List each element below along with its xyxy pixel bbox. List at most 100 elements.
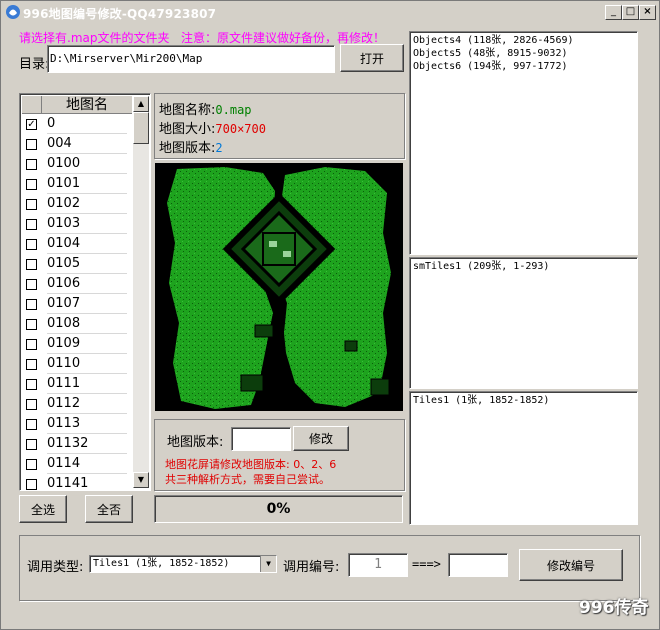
title-bar[interactable]: 996地图编号修改-QQ47923807 _ □ × bbox=[1, 1, 659, 25]
scroll-down-button[interactable]: ▼ bbox=[133, 472, 149, 488]
directory-label: 目录: bbox=[19, 57, 50, 72]
map-list-item[interactable]: 0111 bbox=[22, 374, 132, 394]
map-list-item[interactable]: 004 bbox=[22, 134, 132, 154]
map-list-item[interactable]: ✓ 0 bbox=[22, 114, 132, 134]
map-list-item[interactable]: 0108 bbox=[22, 314, 132, 334]
map-checkbox[interactable] bbox=[26, 298, 37, 310]
progress-text: 0% bbox=[266, 501, 291, 517]
map-checkbox[interactable] bbox=[26, 278, 37, 290]
map-checkbox[interactable] bbox=[26, 258, 37, 270]
map-preview bbox=[155, 163, 403, 411]
map-checkbox[interactable] bbox=[26, 218, 37, 230]
map-list-item[interactable]: 0114 bbox=[22, 454, 132, 474]
map-checkbox[interactable] bbox=[26, 158, 37, 170]
map-list-item-name: 0 bbox=[47, 114, 127, 134]
map-preview-image bbox=[167, 167, 391, 409]
map-list-item[interactable]: 0110 bbox=[22, 354, 132, 374]
map-list-rows: ✓ 0 004 0100 0101 0102 0103 0104 0105 0106 0107 010… bbox=[22, 114, 132, 490]
dropdown-arrow-icon[interactable]: ▼ bbox=[260, 556, 276, 572]
checkbox-column-header bbox=[22, 96, 42, 114]
map-list-item-name: 0107 bbox=[47, 294, 127, 314]
map-list-item[interactable]: 0104 bbox=[22, 234, 132, 254]
version-warning-line2: 共三种解析方式，需要自己尝试。 bbox=[165, 473, 330, 486]
map-list-item[interactable]: 0106 bbox=[22, 274, 132, 294]
map-checkbox[interactable] bbox=[26, 358, 37, 370]
call-type-select[interactable]: Tiles1 (1张, 1852-1852) ▼ bbox=[89, 555, 277, 573]
map-list-item-name: 0111 bbox=[47, 374, 127, 394]
map-checkbox[interactable]: ✓ bbox=[26, 118, 37, 130]
app-window: 996地图编号修改-QQ47923807 _ □ × 请选择有.map文件的文件… bbox=[0, 0, 660, 630]
modify-number-button[interactable]: 修改编号 bbox=[519, 549, 623, 581]
map-list-item-name: 0110 bbox=[47, 354, 127, 374]
arrow-text: ===> bbox=[412, 557, 441, 571]
map-name-column-header[interactable]: 地图名 bbox=[42, 96, 132, 114]
map-size-row: 地图大小:700×700 bbox=[159, 118, 266, 137]
map-list-item[interactable]: 0103 bbox=[22, 214, 132, 234]
select-all-button[interactable]: 全选 bbox=[19, 495, 67, 523]
map-list[interactable]: 地图名 ✓ 0 004 0100 0101 0102 0103 0104 0105 0106 010… bbox=[19, 93, 151, 491]
open-button[interactable]: 打开 bbox=[340, 44, 404, 72]
map-checkbox[interactable] bbox=[26, 318, 37, 330]
map-version-row: 地图版本:2 bbox=[159, 137, 223, 156]
version-warning-line1: 地图花屏请修改地图版本: 0、2、6 bbox=[165, 458, 337, 471]
call-type-label: 调用类型: bbox=[27, 560, 84, 575]
objects-panel[interactable]: Objects4 (118张, 2826-4569) Objects5 (48张,… bbox=[409, 31, 638, 255]
version-input[interactable] bbox=[231, 427, 291, 451]
version-edit-label: 地图版本: bbox=[167, 435, 224, 450]
directory-input[interactable]: D:\Mirserver\Mir200\Map bbox=[47, 45, 335, 73]
map-checkbox[interactable] bbox=[26, 138, 37, 150]
map-checkbox[interactable] bbox=[26, 398, 37, 410]
modify-version-button[interactable]: 修改 bbox=[293, 426, 349, 451]
map-list-item-name: 0112 bbox=[47, 394, 127, 414]
map-list-item-name: 0103 bbox=[47, 214, 127, 234]
map-list-item-name: 0109 bbox=[47, 334, 127, 354]
map-checkbox[interactable] bbox=[26, 458, 37, 470]
scroll-thumb[interactable] bbox=[133, 112, 149, 144]
map-checkbox[interactable] bbox=[26, 178, 37, 190]
map-list-item[interactable]: 01132 bbox=[22, 434, 132, 454]
map-list-item-name: 0104 bbox=[47, 234, 127, 254]
map-list-item-name: 004 bbox=[47, 134, 127, 154]
call-number-input[interactable]: 1 bbox=[348, 553, 408, 577]
map-checkbox[interactable] bbox=[26, 198, 37, 210]
tiles-panel[interactable]: Tiles1 (1张, 1852-1852) bbox=[409, 391, 638, 525]
map-size-value: 700×700 bbox=[215, 122, 266, 136]
map-list-item[interactable]: 0102 bbox=[22, 194, 132, 214]
map-checkbox[interactable] bbox=[26, 438, 37, 450]
map-checkbox[interactable] bbox=[26, 418, 37, 430]
map-list-item[interactable]: 0113 bbox=[22, 414, 132, 434]
minimize-button[interactable]: _ bbox=[605, 5, 622, 20]
select-none-button[interactable]: 全否 bbox=[85, 495, 133, 523]
resource-line: Objects6 (194张, 997-1772) bbox=[413, 61, 568, 72]
map-checkbox[interactable] bbox=[26, 338, 37, 350]
resource-line: smTiles1 (209张, 1-293) bbox=[413, 261, 550, 272]
smtiles-panel[interactable]: smTiles1 (209张, 1-293) bbox=[409, 257, 638, 389]
map-list-item-name: 01132 bbox=[47, 434, 127, 454]
close-button[interactable]: × bbox=[639, 5, 656, 20]
map-list-item[interactable]: 0100 bbox=[22, 154, 132, 174]
map-list-item[interactable]: 0109 bbox=[22, 334, 132, 354]
map-checkbox[interactable] bbox=[26, 378, 37, 390]
map-list-scrollbar[interactable]: ▲ ▼ bbox=[133, 96, 149, 488]
maximize-button[interactable]: □ bbox=[622, 5, 639, 20]
map-checkbox[interactable] bbox=[26, 238, 37, 250]
map-list-header: 地图名 bbox=[22, 96, 132, 114]
map-list-item[interactable]: 01141 bbox=[22, 474, 132, 490]
map-size-label: 地图大小: bbox=[159, 122, 216, 137]
map-list-item[interactable]: 0101 bbox=[22, 174, 132, 194]
resource-line: Tiles1 (1张, 1852-1852) bbox=[413, 395, 550, 406]
map-version-value: 2 bbox=[215, 141, 223, 155]
hint-select-folder: 请选择有.map文件的文件夹 bbox=[19, 31, 170, 45]
map-version-label: 地图版本: bbox=[159, 141, 216, 156]
progress-bar: 0% bbox=[154, 495, 403, 523]
target-number-input[interactable] bbox=[448, 553, 508, 577]
map-checkbox[interactable] bbox=[26, 478, 37, 490]
map-list-item-name: 0106 bbox=[47, 274, 127, 294]
map-list-item[interactable]: 0112 bbox=[22, 394, 132, 414]
map-list-item[interactable]: 0107 bbox=[22, 294, 132, 314]
map-list-item-name: 0108 bbox=[47, 314, 127, 334]
map-name-value: 0.map bbox=[215, 103, 252, 117]
map-list-item[interactable]: 0105 bbox=[22, 254, 132, 274]
map-list-item-name: 0102 bbox=[47, 194, 127, 214]
scroll-up-button[interactable]: ▲ bbox=[133, 96, 149, 112]
